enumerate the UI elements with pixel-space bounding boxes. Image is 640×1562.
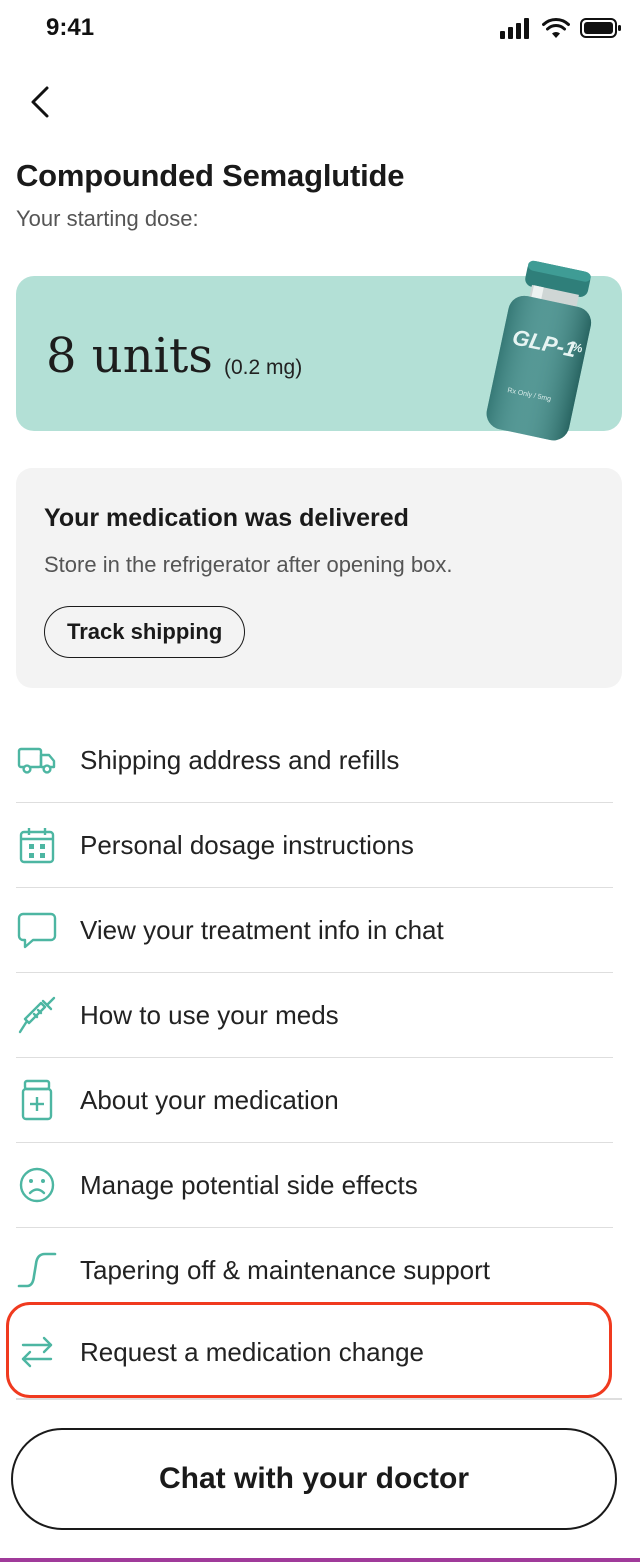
page-subtitle: Your starting dose: xyxy=(16,206,199,231)
taper-curve-icon xyxy=(16,1249,58,1291)
menu-list: Shipping address and refills Personal do… xyxy=(16,718,613,1392)
dose-value: 8 units xyxy=(46,328,213,384)
medication-vial-image: GLP-1 % Rx Only / 5mg xyxy=(486,260,592,441)
dose-card: 8 units (0.2 mg) GLP-1 % Rx Only / 5mg xyxy=(16,260,622,441)
menu-item-about-medication[interactable]: About your medication xyxy=(16,1058,613,1143)
divider xyxy=(16,1398,622,1400)
menu-item-label: Tapering off & maintenance support xyxy=(80,1254,491,1285)
menu-item-label: Shipping address and refills xyxy=(80,744,400,775)
truck-icon xyxy=(16,739,58,781)
chat-bubble-icon xyxy=(16,909,58,951)
menu-item-label: Personal dosage instructions xyxy=(80,829,414,860)
pill-bottle-icon xyxy=(16,1079,58,1121)
menu-item-how-to-use[interactable]: How to use your meds xyxy=(16,973,613,1058)
sad-face-icon xyxy=(16,1164,58,1206)
menu-item-label: About your medication xyxy=(80,1084,339,1115)
dose-mg: (0.2 mg) xyxy=(224,356,303,379)
menu-item-label: View your treatment info in chat xyxy=(80,914,444,945)
menu-item-side-effects[interactable]: Manage potential side effects xyxy=(16,1143,613,1228)
delivery-card: Your medication was delivered Store in t… xyxy=(16,468,622,688)
bottom-edge xyxy=(0,1558,640,1562)
menu-item-treatment-chat[interactable]: View your treatment info in chat xyxy=(16,888,613,973)
menu-item-shipping[interactable]: Shipping address and refills xyxy=(16,718,613,803)
delivery-title: Your medication was delivered xyxy=(44,504,409,532)
menu-item-label: Request a medication change xyxy=(80,1336,425,1367)
swap-arrows-icon xyxy=(16,1331,58,1373)
status-bar: 9:41 xyxy=(0,0,640,60)
wifi-icon xyxy=(542,17,570,44)
delivery-text: Store in the refrigerator after opening … xyxy=(44,552,453,577)
menu-item-label: Manage potential side effects xyxy=(80,1169,418,1200)
signal-icon xyxy=(500,17,532,44)
menu-item-request-change[interactable]: Request a medication change xyxy=(16,1312,613,1392)
page-title: Compounded Semaglutide xyxy=(16,158,405,193)
calendar-icon xyxy=(16,824,58,866)
chevron-left-icon xyxy=(29,85,51,124)
menu-item-tapering[interactable]: Tapering off & maintenance support xyxy=(16,1228,613,1312)
track-shipping-button[interactable]: Track shipping xyxy=(44,606,246,658)
battery-icon xyxy=(580,17,622,44)
chat-with-doctor-button[interactable]: Chat with your doctor xyxy=(11,1428,617,1530)
status-icons xyxy=(500,17,622,44)
status-time: 9:41 xyxy=(46,14,95,41)
back-button[interactable] xyxy=(22,84,58,124)
menu-item-label: How to use your meds xyxy=(80,999,339,1030)
syringe-icon xyxy=(16,994,58,1036)
menu-item-dosage[interactable]: Personal dosage instructions xyxy=(16,803,613,888)
